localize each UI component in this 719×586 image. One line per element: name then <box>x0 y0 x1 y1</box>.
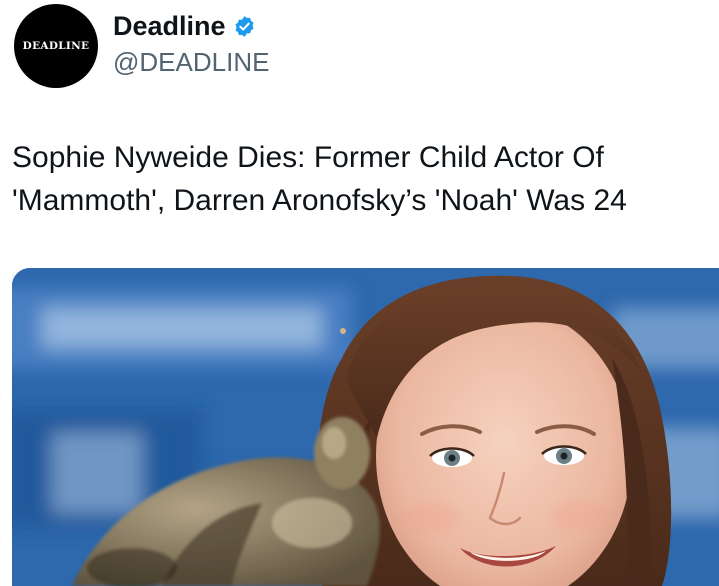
author-name-row[interactable]: Deadline <box>113 9 256 43</box>
avatar-logo-text: DEADLINE <box>22 40 90 52</box>
author-handle[interactable]: @DEADLINE <box>113 46 269 78</box>
post-headline: Sophie Nyweide Dies: Former Child Actor … <box>12 141 627 217</box>
post-image[interactable] <box>12 268 719 586</box>
avatar[interactable]: DEADLINE <box>14 4 98 88</box>
portrait-photo <box>12 268 719 586</box>
author-display-name[interactable]: Deadline <box>113 9 226 43</box>
tweet-card: DEADLINE Deadline @DEADLINE Sophie Nywei… <box>0 0 719 586</box>
verified-badge-icon <box>233 15 256 38</box>
